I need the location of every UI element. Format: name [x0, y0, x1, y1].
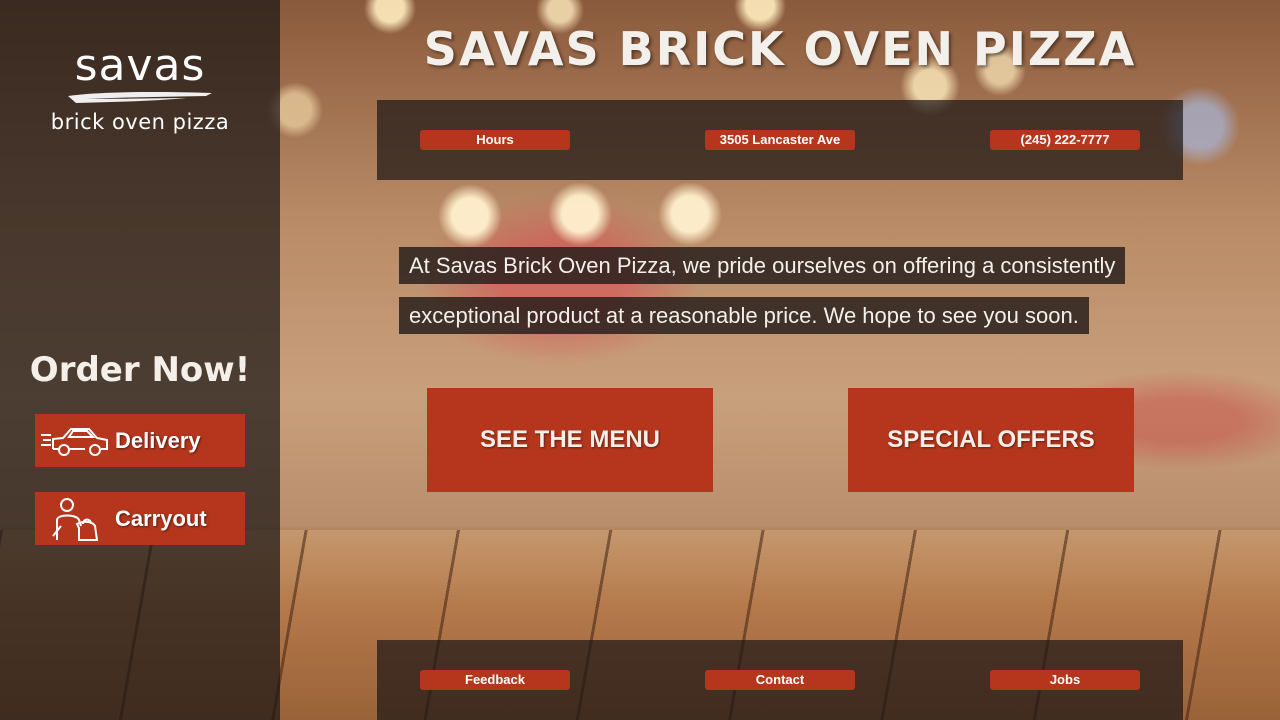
carryout-button[interactable]: Carryout — [35, 492, 245, 545]
person-carrying-bag-icon — [35, 492, 115, 545]
see-menu-button[interactable]: SEE THE MENU — [427, 388, 713, 492]
order-now-heading: Order Now! — [29, 350, 251, 390]
carryout-label: Carryout — [115, 505, 207, 531]
sidebar: savas brick oven pizza Order Now! Delive… — [0, 0, 280, 720]
feedback-link[interactable]: Feedback — [420, 670, 570, 690]
jobs-link[interactable]: Jobs — [990, 670, 1140, 690]
delivery-button[interactable]: Delivery — [35, 414, 245, 467]
tagline-line-1: At Savas Brick Oven Pizza, we pride ours… — [399, 247, 1126, 284]
logo-wordmark[interactable]: savas — [0, 40, 280, 91]
phone-link[interactable]: (245) 222-7777 — [990, 130, 1140, 150]
hours-link[interactable]: Hours — [420, 130, 570, 150]
contact-link[interactable]: Contact — [705, 670, 855, 690]
address-link[interactable]: 3505 Lancaster Ave — [705, 130, 855, 150]
special-offers-button[interactable]: SPECIAL OFFERS — [848, 388, 1134, 492]
car-icon — [35, 414, 115, 467]
site-title: SAVAS BRICK OVEN PIZZA — [423, 22, 1137, 76]
tagline-line-2: exceptional product at a reasonable pric… — [399, 297, 1089, 334]
logo-subtitle: brick oven pizza — [50, 110, 230, 134]
logo-brush-stroke-icon — [68, 92, 212, 103]
footer-bar: Feedback Contact Jobs — [377, 640, 1183, 720]
info-bar: Hours 3505 Lancaster Ave (245) 222-7777 — [377, 100, 1183, 180]
delivery-label: Delivery — [115, 427, 201, 453]
